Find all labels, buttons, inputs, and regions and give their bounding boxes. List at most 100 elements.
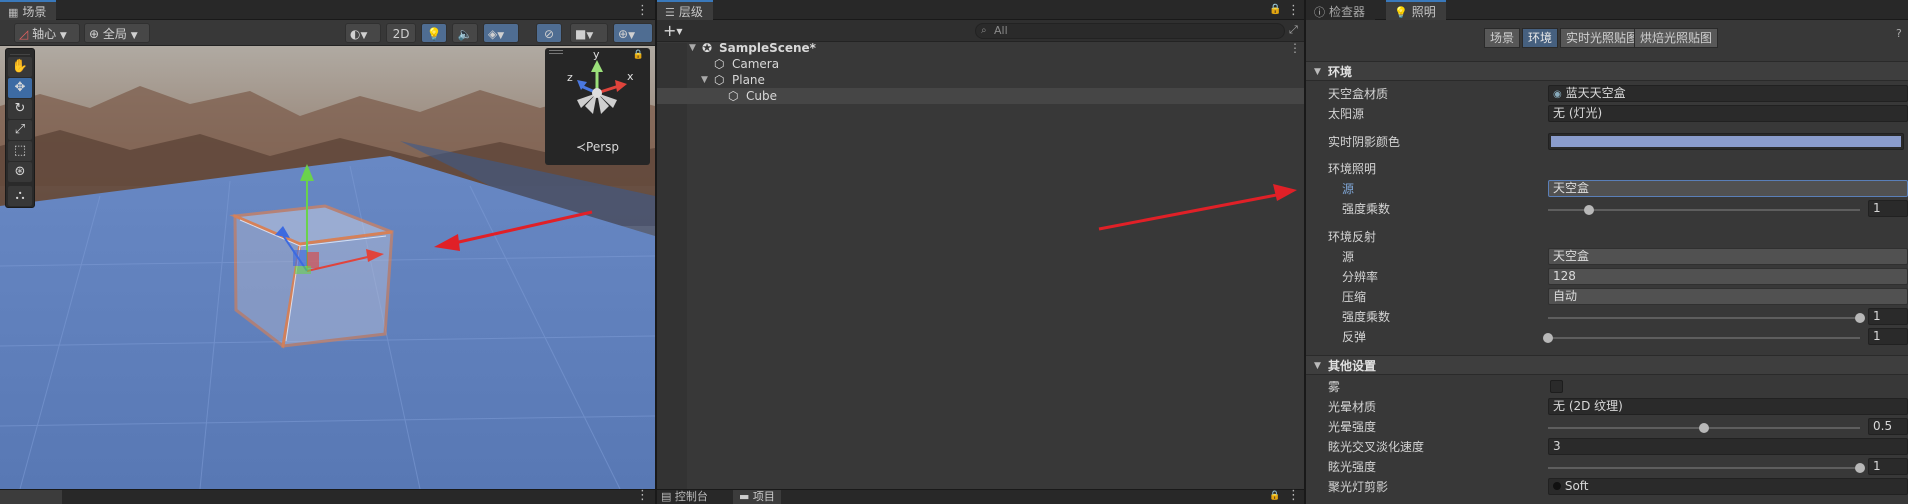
- flare-strength-field[interactable]: 1: [1868, 458, 1908, 475]
- rect-tool-button[interactable]: ⬚: [8, 141, 32, 161]
- reflection-intensity-field[interactable]: 1: [1868, 308, 1908, 325]
- tab-project-label: 项目: [752, 490, 775, 503]
- projection-toggle[interactable]: ≺Persp: [545, 140, 650, 154]
- other-settings-section-header[interactable]: ▼ 其他设置: [1306, 355, 1908, 375]
- hidden-objects-toggle[interactable]: ⊘: [536, 23, 562, 43]
- axis-y-label: y: [593, 48, 600, 61]
- tab-lighting-environment[interactable]: 环境: [1522, 28, 1559, 48]
- slider-knob[interactable]: [1855, 313, 1865, 323]
- shadow-color-swatch: [1551, 136, 1901, 147]
- skybox-label: 天空盒材质: [1328, 87, 1389, 101]
- skybox-value: 蓝天天空盒: [1565, 86, 1626, 100]
- fog-checkbox[interactable]: [1550, 380, 1563, 393]
- pivot-dropdown[interactable]: ◿ 轴心 ▼: [14, 23, 80, 43]
- lighting-toggle[interactable]: 💡: [421, 23, 447, 43]
- move-tool-button[interactable]: ✥: [8, 78, 32, 98]
- gizmo-globe-icon: ⊕: [618, 27, 629, 41]
- environment-section-header[interactable]: ▼ 环境: [1306, 61, 1908, 81]
- tab-console[interactable]: ▤ 控制台: [661, 490, 708, 504]
- flare-strength-slider[interactable]: [1548, 467, 1860, 469]
- transform-icon: ⊛: [14, 164, 26, 179]
- spot-cookie-label: 聚光灯剪影: [1328, 480, 1389, 494]
- chevron-down-icon: ▼: [360, 31, 368, 41]
- help-icon[interactable]: ?: [1896, 27, 1902, 40]
- reflection-source-dropdown[interactable]: 天空盒: [1548, 248, 1908, 265]
- resolution-dropdown[interactable]: 128: [1548, 268, 1908, 285]
- hand-icon: ✋: [11, 59, 29, 74]
- effects-dropdown[interactable]: ◈▼: [483, 23, 519, 43]
- tab-lighting[interactable]: 💡 照明: [1386, 0, 1446, 20]
- shadow-color-field[interactable]: [1548, 133, 1904, 150]
- scene-panel: ▦ 场景 ⋮ ◿ 轴心 ▼ ⊕ 全局 ▼ ◐▼ 2D 💡 🔈 ◈▼ ⊘ ■▼ ⊕…: [0, 0, 655, 504]
- transform-tool-button[interactable]: ⊛: [8, 162, 32, 182]
- chevron-down-icon: ▼: [628, 31, 635, 41]
- tab-realtime-lightmaps[interactable]: 实时光照贴图: [1560, 28, 1645, 48]
- slider-knob[interactable]: [1855, 463, 1865, 473]
- tab-inspector[interactable]: ⓘ 检查器: [1306, 0, 1376, 20]
- search-options-icon[interactable]: ⤢: [1289, 23, 1298, 37]
- search-input[interactable]: ⌕ All: [975, 23, 1285, 39]
- gizmos-dropdown[interactable]: ⊕▼: [613, 23, 653, 43]
- halo-field[interactable]: 无 (2D 纹理): [1548, 398, 1908, 415]
- sun-source-field[interactable]: 无 (灯光): [1548, 105, 1908, 122]
- ambient-intensity-field[interactable]: 1: [1868, 200, 1908, 217]
- lock-icon[interactable]: 🔒: [1269, 4, 1281, 15]
- flare-strength-value: 1: [1873, 459, 1881, 473]
- tab-lighting-label: 照明: [1411, 5, 1436, 19]
- inspector-panel: ⓘ 检查器 💡 照明 场景 环境 实时光照贴图 烘焙光照贴图 ? ▼ 环境 天空盒材…: [1306, 0, 1908, 504]
- tab-baked-lightmaps[interactable]: 烘焙光照贴图: [1634, 28, 1719, 48]
- global-dropdown[interactable]: ⊕ 全局 ▼: [84, 23, 150, 43]
- kebab-menu-icon[interactable]: ⋮: [636, 488, 649, 503]
- scene-toolbar: ◿ 轴心 ▼ ⊕ 全局 ▼ ◐▼ 2D 💡 🔈 ◈▼ ⊘ ■▼ ⊕▼: [0, 20, 655, 46]
- ambient-source-dropdown[interactable]: 天空盒: [1548, 180, 1908, 197]
- tab-lighting-scene[interactable]: 场景: [1484, 28, 1521, 48]
- light-bulb-icon: 💡: [1394, 6, 1408, 19]
- pivot-label: 轴心: [32, 27, 57, 41]
- ambient-intensity-slider[interactable]: [1548, 209, 1860, 211]
- tab-project[interactable]: ▬ 项目: [733, 490, 781, 504]
- rotate-tool-button[interactable]: ↻: [8, 99, 32, 119]
- compression-dropdown[interactable]: 自动: [1548, 288, 1908, 305]
- reflection-intensity-slider[interactable]: [1548, 317, 1860, 319]
- light-bulb-icon: 💡: [426, 27, 442, 41]
- camera-dropdown[interactable]: ■▼: [570, 23, 608, 43]
- ambient-intensity-value: 1: [1873, 201, 1881, 215]
- skybox-field[interactable]: ◉ 蓝天天空盒: [1548, 85, 1908, 102]
- bottom-tab[interactable]: [0, 490, 62, 504]
- kebab-menu-icon[interactable]: ⋮: [1287, 488, 1300, 503]
- spot-cookie-value: Soft: [1564, 479, 1589, 493]
- chevron-down-icon: ▼: [59, 31, 67, 41]
- tab-scene[interactable]: ▦ 场景: [0, 0, 57, 20]
- drag-handle[interactable]: [10, 49, 30, 55]
- bounces-field[interactable]: 1: [1868, 328, 1908, 345]
- orientation-gizmo[interactable]: 🔒 y x z ≺Persp: [545, 48, 650, 165]
- shadow-color-label: 实时阴影颜色: [1328, 135, 1401, 149]
- custom-tool-icon: ⛬: [15, 188, 25, 203]
- slider-knob[interactable]: [1543, 333, 1553, 343]
- kebab-menu-icon[interactable]: ⋮: [636, 3, 649, 18]
- chevron-down-icon: ▼: [130, 31, 138, 41]
- spot-cookie-field[interactable]: Soft: [1548, 478, 1908, 495]
- custom-tool-button[interactable]: ⛬: [8, 186, 32, 206]
- flare-fade-field[interactable]: 3: [1548, 438, 1908, 455]
- chevron-down-icon: ▼: [676, 27, 683, 36]
- bounces-slider[interactable]: [1548, 337, 1860, 339]
- console-icon: ▤: [661, 490, 672, 503]
- halo-strength-label: 光晕强度: [1328, 420, 1377, 434]
- draw-mode-dropdown[interactable]: ◐▼: [345, 23, 381, 43]
- tab-hierarchy-label: 层级: [678, 5, 703, 19]
- audio-toggle[interactable]: 🔈: [452, 23, 478, 43]
- mode-2d-button[interactable]: 2D: [386, 23, 416, 43]
- hand-tool-button[interactable]: ✋: [8, 57, 32, 77]
- add-button[interactable]: +▼: [663, 21, 683, 40]
- slider-knob[interactable]: [1699, 423, 1709, 433]
- lock-icon[interactable]: 🔒: [1269, 491, 1280, 501]
- halo-label: 光晕材质: [1328, 400, 1377, 414]
- halo-strength-field[interactable]: 0.5: [1868, 418, 1908, 435]
- tab-hierarchy[interactable]: ☰ 层级: [657, 0, 713, 20]
- scene-viewport[interactable]: ✋ ✥ ↻ ⤢ ⬚ ⊛ ⛬ 🔒 y x z ≺Persp: [0, 46, 655, 489]
- kebab-menu-icon[interactable]: ⋮: [1287, 3, 1300, 18]
- scale-tool-button[interactable]: ⤢: [8, 120, 32, 140]
- slider-knob[interactable]: [1583, 205, 1594, 215]
- folder-icon: ▬: [739, 490, 750, 503]
